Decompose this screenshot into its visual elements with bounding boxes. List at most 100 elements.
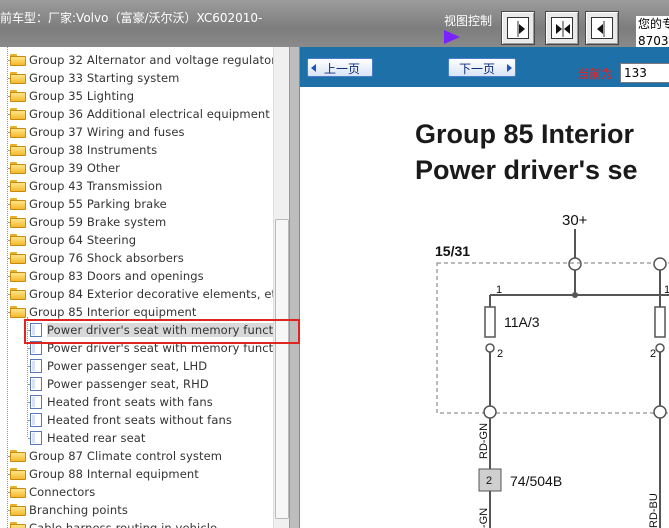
page-number-input[interactable]: 133: [620, 63, 669, 83]
tree-item-label: Branching points: [29, 503, 128, 517]
tree-folder-item[interactable]: Connectors: [0, 483, 272, 501]
next-page-button[interactable]: 下一页: [448, 58, 516, 77]
tree-folder-item[interactable]: Cable harness routing in vehicle: [0, 519, 272, 528]
tree-folder-item[interactable]: Group 88 Internal equipment: [0, 465, 272, 483]
account-info: 您的专 87038: [636, 16, 669, 50]
tree-item-label: Group 83 Doors and openings: [29, 269, 204, 283]
folder-icon: [10, 468, 26, 480]
tree-document-item[interactable]: Heated front seats with fans: [0, 393, 272, 411]
document-icon: [30, 431, 42, 445]
tree-scrollbar[interactable]: [273, 47, 289, 528]
tree-folder-item[interactable]: Group 87 Climate control system: [0, 447, 272, 465]
folder-icon: [10, 504, 26, 516]
document-viewer: 上一页 下一页 当前为 133 Group 85 Interior Power …: [300, 47, 669, 528]
fuse-pin-2b: 2: [650, 348, 656, 360]
folder-icon: [10, 144, 26, 156]
folder-icon: [10, 522, 26, 528]
expand-left-button[interactable]: [585, 11, 619, 45]
tree-item-label: Group 33 Starting system: [29, 71, 180, 85]
arrow-left-icon: [597, 21, 605, 37]
tree-folder-item[interactable]: Group 38 Instruments: [0, 141, 272, 159]
folder-icon: [10, 126, 26, 138]
document-title: Group 85 Interior: [415, 119, 635, 149]
view-control-label: 视图控制: [444, 14, 493, 28]
fuse-label: 11A/3: [504, 314, 540, 330]
folder-icon: [10, 198, 26, 210]
folder-icon: [10, 216, 26, 228]
connector-label: 74/504B: [510, 473, 562, 489]
tree-document-item[interactable]: Heated front seats without fans: [0, 411, 272, 429]
document-icon: [30, 377, 42, 391]
account-line-1: 您的专: [636, 16, 669, 33]
fuse-box-outline: [436, 262, 669, 414]
tree-item-label: Group 64 Steering: [29, 233, 137, 247]
panel-splitter[interactable]: [289, 47, 300, 528]
tree-item-label: Group 39 Other: [29, 161, 121, 175]
folder-icon: [10, 234, 26, 246]
tree-folder-item[interactable]: Group 59 Brake system: [0, 213, 272, 231]
svg-text:-GN: -GN: [478, 508, 490, 528]
tree-item-label: Group 35 Lighting: [29, 89, 135, 103]
tree-folder-item[interactable]: Group 33 Starting system: [0, 69, 272, 87]
folder-icon: [10, 486, 26, 498]
folder-open-icon: [10, 306, 26, 318]
scrollbar-thumb[interactable]: [275, 219, 289, 519]
tree-item-label: Group 43 Transmission: [29, 179, 163, 193]
tree-item-label: Group 87 Climate control system: [29, 449, 223, 463]
tree-folder-item[interactable]: Group 43 Transmission: [0, 177, 272, 195]
tree-item-label: Power passenger seat, RHD: [47, 377, 209, 391]
tree-folder-item[interactable]: Group 64 Steering: [0, 231, 272, 249]
folder-icon: [10, 450, 26, 462]
tree-document-item[interactable]: Power passenger seat, RHD: [0, 375, 272, 393]
tree-folder-item[interactable]: Group 35 Lighting: [0, 87, 272, 105]
top-toolbar: 前车型：厂家:Volvo（富豪/沃尔沃）XC602010- 视图控制 您的专 8…: [0, 0, 669, 50]
tree-item-label: Group 88 Internal equipment: [29, 467, 199, 481]
tree-item-label: Connectors: [29, 485, 96, 499]
folder-icon: [10, 54, 26, 66]
tree-folder-item[interactable]: Group 36 Additional electrical equipment: [0, 105, 272, 123]
fuse-pin-2: 2: [497, 348, 503, 360]
play-icon[interactable]: [444, 30, 460, 44]
tree-item-label: Group 55 Parking brake: [29, 197, 167, 211]
folder-icon: [10, 252, 26, 264]
page-navigation-bar: 上一页 下一页 当前为 133: [300, 47, 669, 87]
tree-folder-item[interactable]: Group 76 Shock absorbers: [0, 249, 272, 267]
component-tree: Group 32 Alternator and voltage regulato…: [0, 47, 288, 528]
folder-icon: [10, 180, 26, 192]
tree-item-label: Group 84 Exterior decorative elements, e…: [29, 287, 283, 301]
arrow-left-icon: [311, 64, 316, 72]
current-page-label: 当前为: [577, 67, 614, 81]
supply-label: 30+: [562, 212, 588, 229]
tree-folder-item[interactable]: Branching points: [0, 501, 272, 519]
tree-folder-item[interactable]: Group 83 Doors and openings: [0, 267, 272, 285]
tree-folder-item[interactable]: Group 37 Wiring and fuses: [0, 123, 272, 141]
fuse-pin-1b: 1: [664, 284, 669, 296]
split-view-icon: [556, 21, 570, 37]
tree-folder-item[interactable]: Group 55 Parking brake: [0, 195, 272, 213]
document-subtitle: Power driver's se: [415, 155, 638, 185]
split-view-button[interactable]: [545, 11, 579, 45]
folder-icon: [10, 72, 26, 84]
tree-item-label: Power passenger seat, LHD: [47, 359, 208, 373]
tree-document-item[interactable]: Heated rear seat: [0, 429, 272, 447]
fuse-symbol: [484, 306, 496, 338]
tree-item-label: Group 85 Interior equipment: [29, 305, 197, 319]
folder-icon: [10, 288, 26, 300]
folder-icon: [10, 90, 26, 102]
tree-folder-item[interactable]: Group 84 Exterior decorative elements, e…: [0, 285, 282, 303]
tree-folder-item[interactable]: Group 39 Other: [0, 159, 272, 177]
previous-page-button[interactable]: 上一页: [307, 58, 373, 77]
document-icon: [30, 395, 42, 409]
tree-item-label: Cable harness routing in vehicle: [29, 521, 218, 528]
tree-item-label: Group 38 Instruments: [29, 143, 158, 157]
tree-document-item[interactable]: Power passenger seat, LHD: [0, 357, 272, 375]
tree-folder-item[interactable]: Group 32 Alternator and voltage regulato…: [0, 51, 276, 69]
folder-icon: [10, 270, 26, 282]
region-label: 15/31: [435, 243, 470, 259]
folder-icon: [10, 108, 26, 120]
connector-pin: 2: [486, 475, 492, 487]
tree-item-label: Heated front seats without fans: [47, 413, 232, 427]
previous-page-label: 上一页: [324, 62, 361, 76]
expand-right-button[interactable]: [501, 11, 535, 45]
arrow-right-icon: [507, 64, 512, 72]
